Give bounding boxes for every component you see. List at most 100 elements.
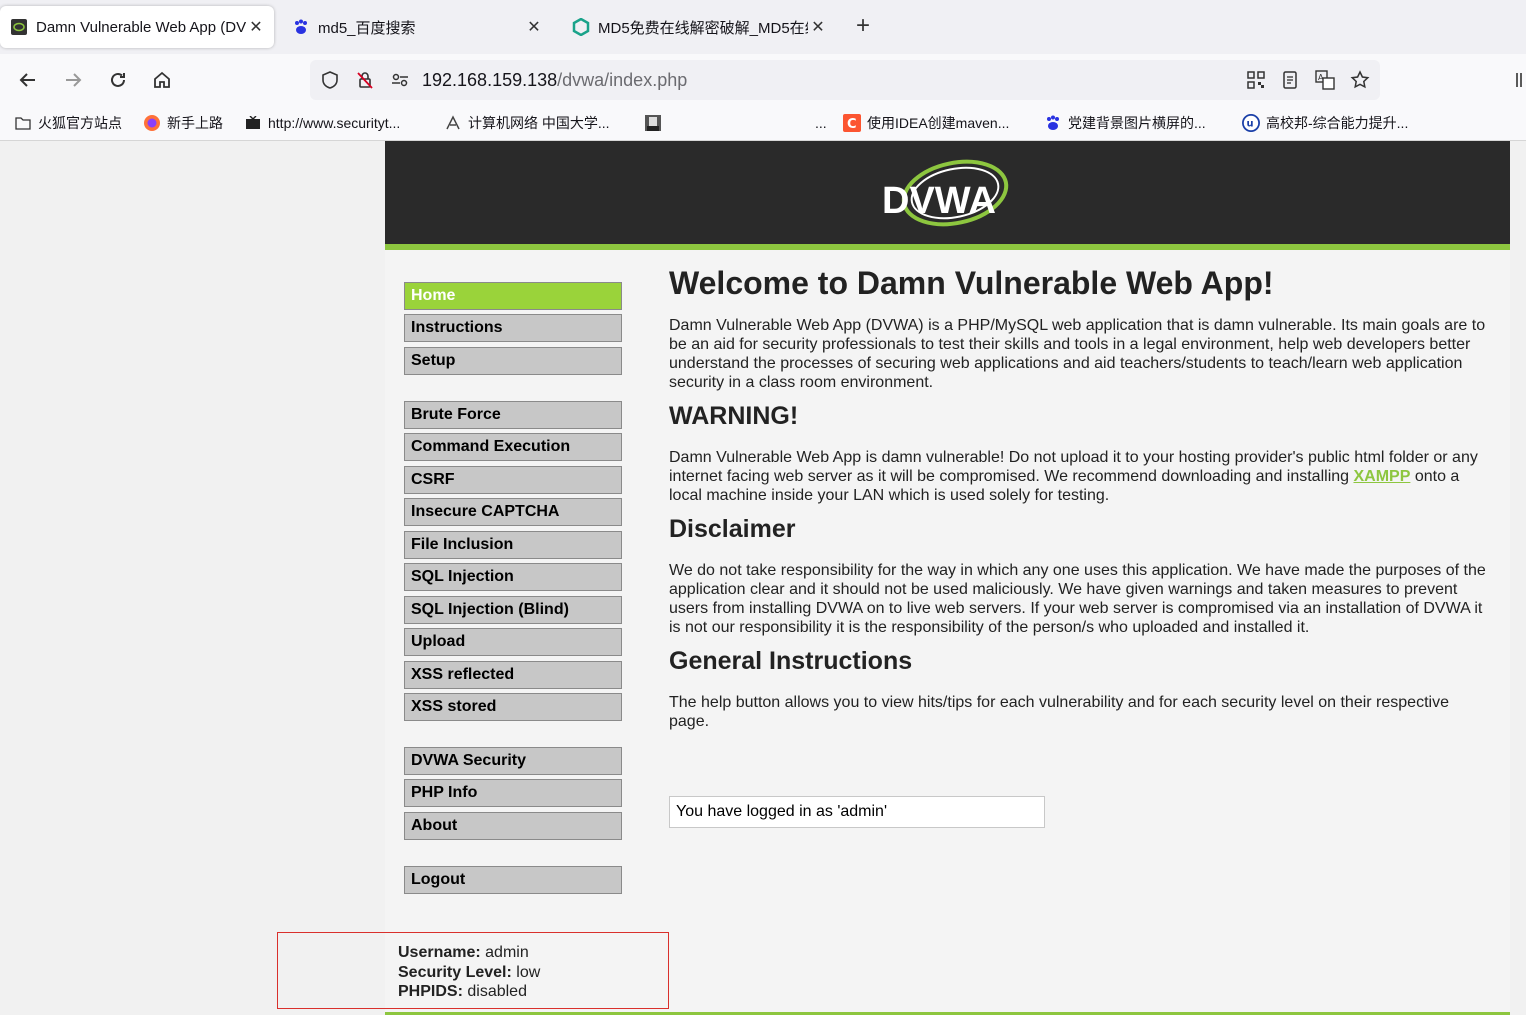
menu-setup[interactable]: Setup <box>404 347 622 375</box>
bookmark-item[interactable]: u 高校邦-综合能力提升... <box>1242 112 1408 134</box>
bookmark-star-icon[interactable] <box>1350 70 1370 90</box>
xampp-link[interactable]: XAMPP <box>1353 468 1410 485</box>
menu-php-info[interactable]: PHP Info <box>404 779 622 807</box>
sidebar-icon[interactable] <box>1514 68 1526 92</box>
bookmark-overflow[interactable]: ... <box>815 112 827 134</box>
svg-text:A: A <box>1318 73 1324 82</box>
username-value: admin <box>485 944 529 961</box>
translate-icon[interactable]: A <box>1315 70 1335 90</box>
phpids-value: disabled <box>467 983 527 1000</box>
phpids-label: PHPIDS: <box>398 983 463 1000</box>
bookmark-item[interactable]: C 使用IDEA创建maven... <box>843 112 1009 134</box>
url-text[interactable]: 192.168.159.138/dvwa/index.php <box>422 70 687 91</box>
bookmark-item[interactable]: 火狐官方站点 <box>14 112 122 134</box>
menu-xss-stored[interactable]: XSS stored <box>404 693 622 721</box>
forward-arrow-icon[interactable] <box>61 68 85 92</box>
menu-home[interactable]: Home <box>404 282 622 310</box>
back-arrow-icon[interactable] <box>16 68 40 92</box>
baidu-paw-icon <box>1044 114 1062 132</box>
tab-title: MD5免费在线解密破解_MD5在线加密 <box>598 19 808 37</box>
tab-baidu[interactable]: md5_百度搜索 ✕ <box>282 6 552 48</box>
cmd5-icon <box>572 18 590 36</box>
bookmark-item[interactable]: 新手上路 <box>143 112 223 134</box>
url-host: 192.168.159.138 <box>422 70 558 90</box>
menu-dvwa-security[interactable]: DVWA Security <box>404 747 622 775</box>
bookmark-item[interactable]: http://www.securityt... <box>244 112 400 134</box>
permissions-icon[interactable] <box>390 70 410 90</box>
bookmark-label: 计算机网络 中国大学... <box>468 115 610 131</box>
menu-instructions[interactable]: Instructions <box>404 314 622 342</box>
menu-sql-injection-blind[interactable]: SQL Injection (Blind) <box>404 596 622 624</box>
bookmark-item[interactable] <box>644 112 668 134</box>
url-bar[interactable]: 192.168.159.138/dvwa/index.php A <box>310 60 1380 100</box>
qr-code-icon[interactable] <box>1246 70 1266 90</box>
bookmark-label: http://www.securityt... <box>268 115 401 131</box>
navigation-toolbar: 192.168.159.138/dvwa/index.php A <box>0 54 1526 106</box>
menu-about[interactable]: About <box>404 812 622 840</box>
thumbnail-icon <box>644 114 662 132</box>
menu-xss-reflected[interactable]: XSS reflected <box>404 661 622 689</box>
folder-icon <box>14 114 32 132</box>
menu-upload[interactable]: Upload <box>404 628 622 656</box>
close-icon[interactable]: ✕ <box>808 17 828 37</box>
bookmark-label: 高校邦-综合能力提升... <box>1266 115 1409 131</box>
svg-text:u: u <box>1247 119 1254 130</box>
bookmark-label: 使用IDEA创建maven... <box>867 115 1010 131</box>
tab-title: md5_百度搜索 <box>318 19 416 37</box>
shield-icon[interactable] <box>320 70 340 90</box>
close-icon[interactable]: ✕ <box>524 17 544 37</box>
close-icon[interactable]: ✕ <box>246 17 266 37</box>
logo-text: DVWA <box>882 180 996 222</box>
bookmark-item[interactable]: 计算机网络 中国大学... <box>444 112 610 134</box>
baidu-paw-icon <box>292 18 310 36</box>
login-message: You have logged in as 'admin' <box>669 796 1045 828</box>
menu-file-inclusion[interactable]: File Inclusion <box>404 531 622 559</box>
dvwa-header: DVWA <box>385 141 1510 244</box>
tab-dvwa[interactable]: Damn Vulnerable Web App (DVWA) ✕ <box>0 6 274 48</box>
page-title: Welcome to Damn Vulnerable Web App! <box>669 265 1274 301</box>
menu-insecure-captcha[interactable]: Insecure CAPTCHA <box>404 498 622 526</box>
bookmark-item[interactable]: 党建背景图片横屏的... <box>1044 112 1206 134</box>
menu-command-execution[interactable]: Command Execution <box>404 433 622 461</box>
disclaimer-heading: Disclaimer <box>669 515 796 543</box>
dvwa-logo: DVWA <box>880 151 1020 238</box>
dvwa-icon <box>10 18 28 36</box>
firefox-icon <box>143 114 161 132</box>
bookmark-label: 新手上路 <box>167 115 223 131</box>
page-viewport: DVWA Home Instructions Setup Brute Force… <box>0 141 1526 1015</box>
bookmark-label: ... <box>815 115 827 131</box>
username-row: Username: admin <box>398 943 540 963</box>
general-instructions-paragraph: The help button allows you to view hits/… <box>669 694 1449 730</box>
home-icon[interactable] <box>150 68 174 92</box>
insecure-lock-icon[interactable] <box>355 70 375 90</box>
tab-bar: Damn Vulnerable Web App (DVWA) ✕ md5_百度搜… <box>0 0 1526 54</box>
bookmark-label: 党建背景图片横屏的... <box>1068 115 1206 131</box>
phpids-row: PHPIDS: disabled <box>398 982 540 1002</box>
mooc-icon <box>444 114 462 132</box>
tv-icon <box>244 114 262 132</box>
disclaimer-paragraph: We do not take responsibility for the wa… <box>669 562 1486 636</box>
url-path: /dvwa/index.php <box>557 70 688 90</box>
security-level-row: Security Level: low <box>398 963 540 983</box>
menu-logout[interactable]: Logout <box>404 866 622 894</box>
menu-sql-injection[interactable]: SQL Injection <box>404 563 622 591</box>
gaoxiaobang-icon: u <box>1242 114 1260 132</box>
dvwa-body: Home Instructions Setup Brute Force Comm… <box>385 250 1510 1015</box>
svg-text:C: C <box>847 117 857 132</box>
warning-heading: WARNING! <box>669 402 799 430</box>
tab-cmd5[interactable]: MD5免费在线解密破解_MD5在线加密 ✕ <box>562 6 836 48</box>
csdn-icon: C <box>843 114 861 132</box>
warning-paragraph: Damn Vulnerable Web App is damn vulnerab… <box>669 448 1487 505</box>
menu-csrf[interactable]: CSRF <box>404 466 622 494</box>
new-tab-icon[interactable]: + <box>856 14 870 38</box>
intro-paragraph: Damn Vulnerable Web App (DVWA) is a PHP/… <box>669 317 1486 391</box>
bookmark-label: 火狐官方站点 <box>38 115 122 131</box>
reload-icon[interactable] <box>106 68 130 92</box>
user-info: Username: admin Security Level: low PHPI… <box>398 943 540 1002</box>
menu-brute-force[interactable]: Brute Force <box>404 401 622 429</box>
general-instructions-heading: General Instructions <box>669 647 913 675</box>
bookmarks-toolbar: 火狐官方站点 新手上路 http://www.securityt... 计算机网… <box>0 106 1526 141</box>
security-level-label: Security Level: <box>398 963 512 981</box>
tab-title: Damn Vulnerable Web App (DVWA) <box>36 18 246 36</box>
reader-view-icon[interactable] <box>1280 70 1300 90</box>
